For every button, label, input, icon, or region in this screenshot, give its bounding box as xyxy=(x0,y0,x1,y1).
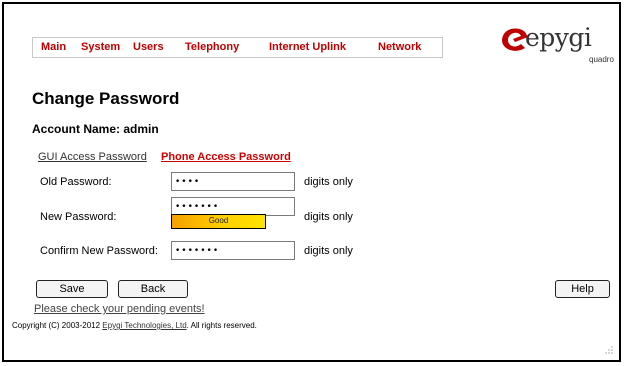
copyright-notice: Copyright (C) 2003-2012 Epygi Technologi… xyxy=(12,321,257,330)
menu-internet-uplink[interactable]: Internet Uplink xyxy=(269,41,346,53)
copyright-suffix: . All rights reserved. xyxy=(186,321,257,330)
old-password-label: Old Password: xyxy=(40,176,112,188)
menu-network[interactable]: Network xyxy=(378,41,421,53)
pending-events-link[interactable]: Please check your pending events! xyxy=(34,303,205,315)
tab-phone-access-password[interactable]: Phone Access Password xyxy=(161,151,291,163)
window-frame: Main System Users Telephony Internet Upl… xyxy=(2,2,621,362)
copyright-prefix: Copyright (C) 2003-2012 xyxy=(12,321,101,330)
menu-system[interactable]: System xyxy=(81,41,120,53)
password-strength-meter: Good xyxy=(171,214,266,229)
old-password-field[interactable]: •••• xyxy=(171,172,295,191)
page-title: Change Password xyxy=(32,89,180,108)
old-password-hint: digits only xyxy=(304,176,353,188)
account-name-line: Account Name: admin xyxy=(32,122,159,136)
confirm-password-label: Confirm New Password: xyxy=(40,245,158,257)
tab-gui-access-password[interactable]: GUI Access Password xyxy=(38,151,147,163)
account-name-label: Account Name: xyxy=(32,122,121,136)
help-button[interactable]: Help xyxy=(555,280,610,298)
new-password-hint: digits only xyxy=(304,211,353,223)
confirm-password-field[interactable]: ••••••• xyxy=(171,241,295,260)
account-name-value: admin xyxy=(123,122,159,136)
back-button[interactable]: Back xyxy=(118,280,188,298)
epygi-logo: epygi quadro xyxy=(499,23,614,66)
menu-telephony[interactable]: Telephony xyxy=(185,41,239,53)
save-button[interactable]: Save xyxy=(36,280,108,298)
menu-users[interactable]: Users xyxy=(133,41,164,53)
new-password-label: New Password: xyxy=(40,211,117,223)
menu-main[interactable]: Main xyxy=(41,41,66,53)
logo-subtitle: quadro xyxy=(589,55,614,64)
resize-grip-icon xyxy=(605,346,613,354)
password-strength-label: Good xyxy=(208,216,229,225)
logo-wordmark: epygi xyxy=(525,23,592,52)
main-menu-bar: Main System Users Telephony Internet Upl… xyxy=(32,37,443,58)
company-link[interactable]: Epygi Technologies, Ltd xyxy=(102,321,186,330)
confirm-password-hint: digits only xyxy=(304,245,353,257)
